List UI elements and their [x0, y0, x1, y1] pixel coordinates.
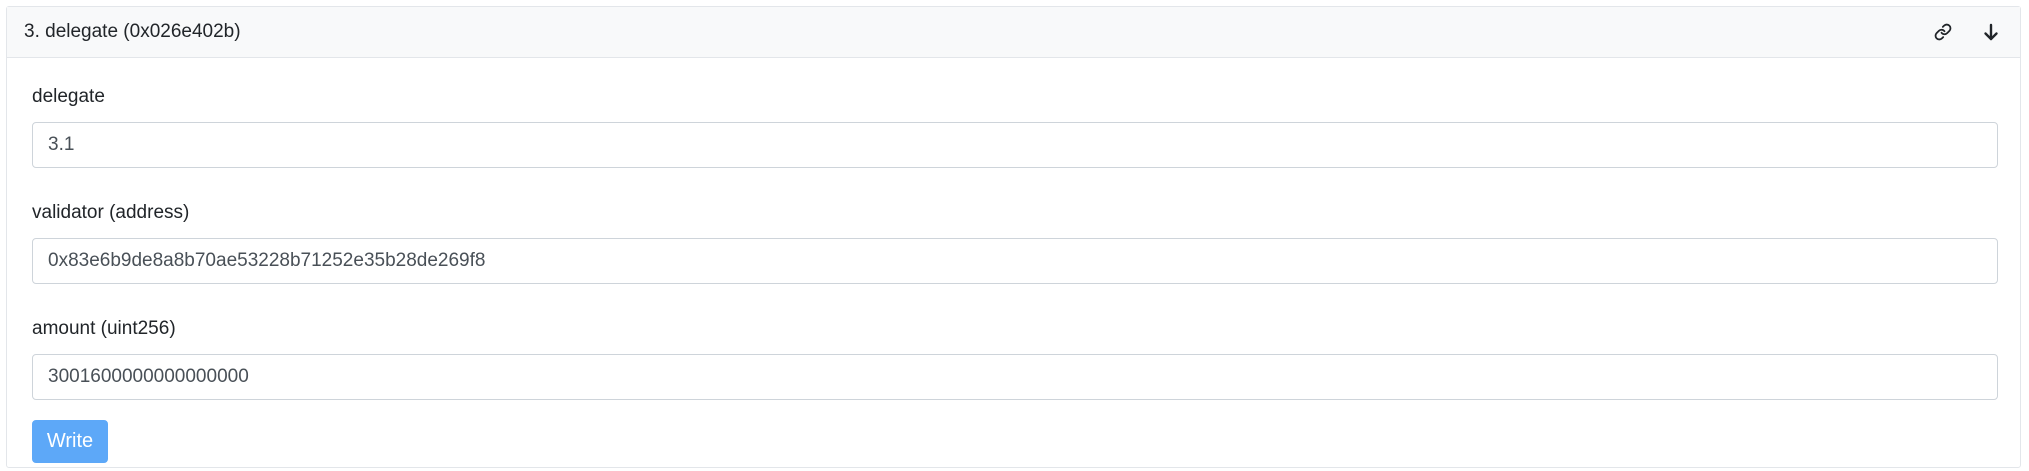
validator-address-input[interactable]: [32, 238, 1998, 284]
delegate-label: delegate: [32, 86, 105, 107]
write-button[interactable]: Write: [32, 420, 108, 463]
header-actions: [1930, 19, 2004, 45]
arrow-down-icon[interactable]: [1978, 19, 2004, 45]
validator-label: validator (address): [32, 202, 190, 223]
delegate-input[interactable]: [32, 122, 1998, 168]
method-title: 3. delegate (0x026e402b): [24, 21, 241, 42]
method-card: 3. delegate (0x026e402b) delegate valida…: [6, 6, 2021, 468]
amount-input[interactable]: [32, 354, 1998, 400]
link-icon[interactable]: [1930, 19, 1956, 45]
card-header[interactable]: 3. delegate (0x026e402b): [7, 7, 2020, 58]
card-body: delegate validator (address) amount (uin…: [7, 58, 2020, 463]
amount-label: amount (uint256): [32, 318, 176, 339]
